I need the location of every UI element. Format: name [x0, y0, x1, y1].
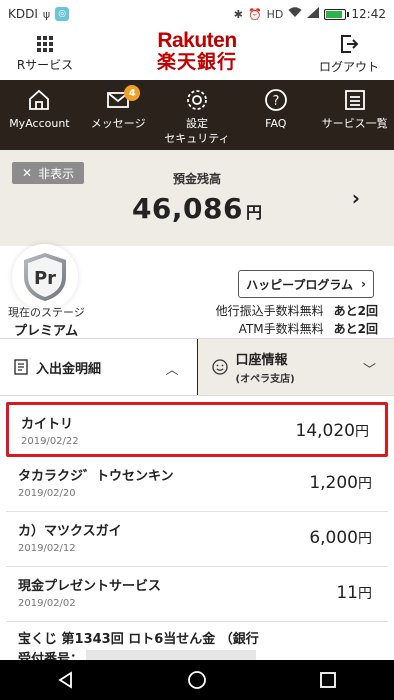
logout-icon [341, 34, 359, 53]
wifi-icon [288, 7, 302, 21]
transaction-row[interactable]: 現金プレゼントサービス 2019/02/02 11円 [6, 567, 388, 622]
amount-currency: 円 [358, 476, 372, 492]
chevron-right-icon[interactable]: › [352, 186, 360, 210]
balance-label: 預金残高 [172, 172, 221, 186]
shield-icon: Pr [24, 253, 66, 301]
back-icon[interactable] [56, 670, 76, 690]
happy-program-button[interactable]: ハッピープログラム › [238, 270, 374, 298]
chevron-up-icon: ︿ [165, 363, 179, 378]
amount-value: 1,200 [309, 473, 358, 493]
gear-icon [187, 90, 207, 110]
transaction-date: 2019/02/02 [18, 598, 76, 609]
logout-button[interactable]: ログアウト [314, 34, 384, 75]
transaction-row[interactable]: タカラクジ゛トウセンキン 2019/02/20 1,200円 [6, 457, 388, 512]
nav-item-settings-security[interactable]: 設定 セキュリティ [158, 80, 237, 150]
transaction-amount: 11円 [336, 583, 372, 603]
hd-icon: HD [266, 7, 284, 21]
amount-value: 6,000 [309, 528, 358, 548]
transaction-amount: 1,200円 [309, 473, 372, 493]
balance-currency: 円 [246, 203, 263, 222]
signal-icon [307, 7, 320, 21]
stage-label: 現在のステージ [8, 306, 85, 319]
app-header: Rサービス Rakuten 楽天銀行 ログアウト [0, 28, 394, 80]
tab-account-info[interactable]: 口座情報 (オペラ支店) ﹀ [196, 339, 394, 395]
grid-icon [37, 35, 53, 52]
amount-value: 14,020 [295, 421, 355, 441]
fee-label: 他行振込手数料無料 [215, 304, 324, 318]
nav-item-service-list[interactable]: サービス一覧 [315, 80, 394, 150]
rakuten-bank-logo[interactable]: Rakuten 楽天銀行 [157, 30, 237, 72]
alarm-icon: ⏰ [247, 7, 262, 21]
amount-currency: 円 [358, 531, 372, 547]
tab-statement-label: 入出金明細 [36, 361, 102, 377]
transaction-name: 宝くじ 第1343回 ロト6当せん金 （銀行 [18, 632, 259, 647]
balance-value: 46,086 [131, 192, 244, 225]
logout-label: ログアウト [318, 59, 379, 74]
nav-item-faq[interactable]: ? FAQ [236, 80, 315, 150]
happy-program-label: ハッピープログラム [246, 277, 353, 292]
list-icon [344, 90, 365, 110]
nav-label-faq: FAQ [265, 117, 287, 130]
chevron-right-icon: › [360, 277, 366, 291]
nav-label-settings-security: 設定 セキュリティ [164, 117, 230, 145]
fee-row-transfer: 他行振込手数料無料 あと2回 [216, 302, 378, 319]
smiley-icon [211, 359, 228, 375]
tab-statement[interactable]: 入出金明細 ︿ [0, 339, 197, 395]
nav-label-service-list: サービス一覧 [321, 117, 388, 130]
fee-remaining: あと2回 [333, 304, 378, 318]
transaction-amount: 6,000円 [309, 528, 372, 548]
nav-item-messages[interactable]: 4 メッセージ [79, 80, 158, 150]
fee-row-atm: ATM手数料無料 あと2回 [239, 320, 378, 337]
tab-account-info-label: 口座情報 [235, 353, 288, 368]
stage-badge: Pr [12, 244, 78, 310]
nav-item-myaccount[interactable]: MyAccount [0, 80, 79, 150]
fee-remaining: あと2回 [333, 322, 378, 336]
services-button[interactable]: Rサービス [10, 35, 80, 73]
system-nav-bar [0, 660, 394, 700]
stage-value: プレミアム [14, 324, 79, 339]
nav-label-myaccount: MyAccount [9, 117, 70, 130]
svg-text:?: ? [272, 94, 279, 109]
question-icon: ? [264, 89, 287, 111]
amount-currency: 円 [355, 424, 369, 440]
nav-label-messages: メッセージ [90, 117, 146, 130]
fee-label: ATM手数料無料 [238, 322, 324, 336]
main-nav: MyAccount 4 メッセージ 設定 セキュリティ ? FAQ サービス一覧 [0, 80, 394, 150]
transaction-row[interactable]: カ）マツクスガイ 2019/02/12 6,000円 [6, 512, 388, 567]
transaction-name: 現金プレゼントサービス [18, 579, 162, 594]
account-tabs: 入出金明細 ︿ 口座情報 (オペラ支店) ﹀ [0, 338, 394, 396]
clock: 12:42 [351, 7, 386, 21]
amount-currency: 円 [358, 586, 372, 602]
logo-text-en: Rakuten [157, 29, 237, 52]
home-circle-icon[interactable] [187, 670, 207, 690]
stage-badge-text: Pr [34, 268, 56, 289]
battery-icon [324, 8, 350, 20]
usb-icon: ψ [42, 7, 51, 21]
services-label: Rサービス [16, 57, 74, 72]
balance-amount: 46,086 円 [0, 192, 394, 225]
message-count-badge: 4 [124, 85, 141, 101]
bluetooth-icon: ✱ [233, 7, 243, 21]
transaction-row[interactable]: カイトリ 2019/02/22 14,020円 [6, 402, 388, 457]
document-icon [14, 359, 28, 375]
app-notification-icon: ◎ [55, 7, 70, 21]
status-bar: KDDI ψ ◎ ✱ ⏰ HD 12:42 [0, 0, 394, 28]
carrier-label: KDDI [8, 7, 38, 21]
balance-panel[interactable]: ✕ 非表示 預金残高 46,086 円 › [0, 150, 394, 246]
transaction-list: カイトリ 2019/02/22 14,020円 タカラクジ゛トウセンキン 201… [0, 396, 394, 677]
chevron-down-icon: ﹀ [362, 363, 376, 378]
branch-name: (オペラ支店) [235, 374, 295, 385]
transaction-amount: 14,020円 [296, 421, 369, 441]
amount-value: 11 [336, 583, 358, 603]
logo-text-jp: 楽天銀行 [156, 51, 238, 73]
member-stage-panel: Pr 現在のステージ プレミアム ハッピープログラム › 他行振込手数料無料 あ… [0, 244, 394, 339]
recents-icon[interactable] [318, 670, 338, 690]
battery-fill [326, 10, 342, 18]
home-icon [29, 89, 50, 110]
